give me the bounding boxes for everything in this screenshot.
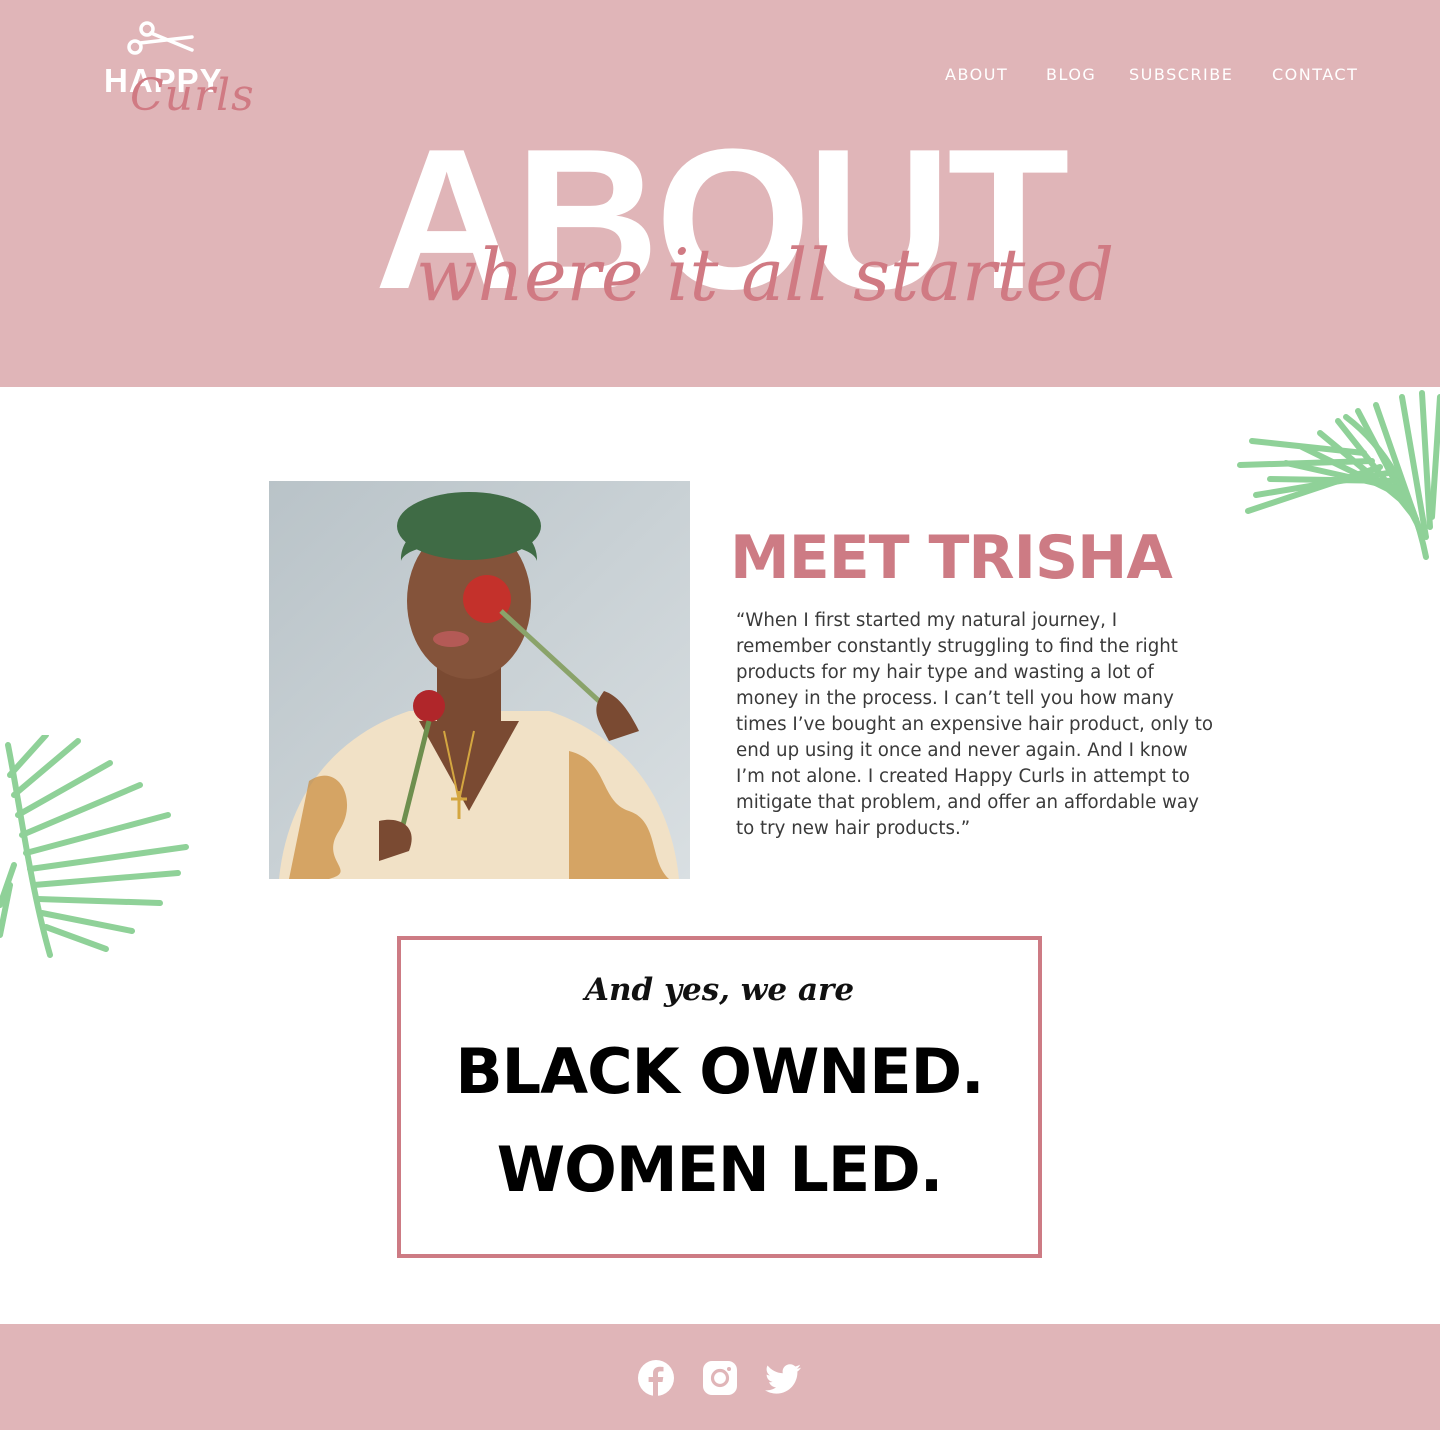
nav-link-about[interactable]: ABOUT <box>945 64 1008 86</box>
nav-link-subscribe[interactable]: SUBSCRIBE <box>1129 64 1233 86</box>
callout-line-women-led: WOMEN LED. <box>496 1133 944 1206</box>
page-subtitle: where it all started <box>415 233 1115 317</box>
callout-intro: And yes, we are <box>584 972 855 1008</box>
palm-leaf-icon <box>1237 390 1440 560</box>
values-callout: And yes, we are BLACK OWNED. WOMEN LED. <box>397 936 1042 1258</box>
facebook-icon[interactable] <box>637 1359 675 1397</box>
nav-link-blog[interactable]: BLOG <box>1046 64 1096 86</box>
header: HAPPY Curls ABOUT BLOG SUBSCRIBE CONTACT… <box>0 0 1440 387</box>
twitter-icon[interactable] <box>764 1359 802 1397</box>
nav-link-contact[interactable]: CONTACT <box>1272 64 1358 86</box>
footer <box>0 1324 1440 1430</box>
main-nav: ABOUT BLOG SUBSCRIBE CONTACT <box>0 64 1440 86</box>
portrait-photo <box>269 481 690 879</box>
founder-quote: “When I first started my natural journey… <box>736 610 1214 839</box>
instagram-icon[interactable] <box>701 1359 739 1397</box>
palm-leaf-icon <box>0 735 189 958</box>
section-heading: MEET TRISHA <box>730 523 1173 593</box>
callout-line-black-owned: BLACK OWNED. <box>455 1035 984 1108</box>
